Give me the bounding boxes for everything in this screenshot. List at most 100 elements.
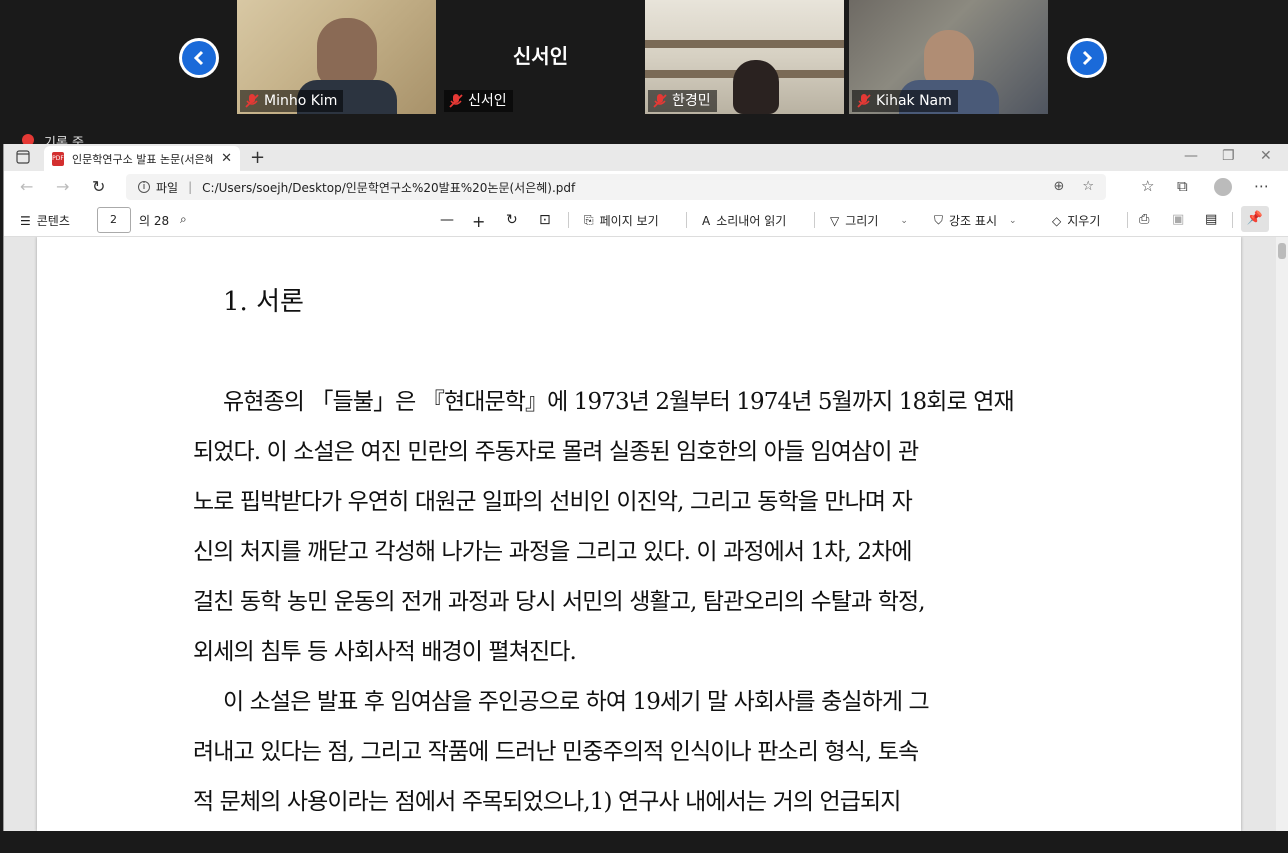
- tab-actions-icon[interactable]: [16, 150, 30, 164]
- page-total: 의 28: [139, 214, 170, 228]
- address-prefix: 파일: [156, 180, 179, 195]
- zoom-out-icon[interactable]: —: [440, 212, 454, 228]
- text-line: 노로 핍박받다가 우연히 대원군 일파의 선비인 이진악, 그리고 동학을 만나…: [193, 489, 913, 515]
- erase-button[interactable]: ◇ 지우기: [1052, 212, 1100, 229]
- text-line: 걸친 동학 농민 운동의 전개 과정과 당시 서민의 생활고, 탐관오리의 수탈…: [193, 589, 926, 615]
- prev-page-arrow[interactable]: [179, 38, 219, 78]
- participant-name-tag: 신서인: [444, 90, 513, 112]
- address-text: C:/Users/soejh/Desktop/인문학연구소%20발표%20논문(…: [202, 180, 576, 195]
- omnibox-icons: ⊕ ☆: [1053, 179, 1094, 194]
- tab-pdf[interactable]: PDF 인문학연구소 발표 논문(서은혜) ✕: [44, 146, 240, 171]
- participant-name-tag: Kihak Nam: [852, 90, 958, 112]
- pdf-file-icon: PDF: [52, 151, 64, 166]
- participant-big-name: 신서인: [512, 44, 569, 68]
- more-menu-icon[interactable]: ⋯: [1254, 177, 1269, 195]
- page-number-input[interactable]: 2: [97, 207, 131, 233]
- video-tile-3[interactable]: 한경민: [645, 0, 844, 114]
- maximize-icon[interactable]: ❐: [1222, 148, 1235, 164]
- participant-name-tag: Minho Kim: [240, 90, 344, 112]
- contents-label: 콘텐츠: [36, 214, 70, 228]
- pin-toolbar-icon[interactable]: 📌: [1241, 206, 1269, 232]
- video-strip: Minho Kim 신서인 신서인 한경민 Kihak Nam 기: [0, 0, 1288, 151]
- body-text: 유현종의 「들불」은 『현대문학』에 1973년 2월부터 1974년 5월까지…: [193, 382, 1093, 831]
- read-aloud-button[interactable]: A 소리내어 읽기: [702, 212, 786, 229]
- highlight-button[interactable]: ⛉ 강조 표시 ⌄: [934, 212, 1017, 229]
- video-tile-1[interactable]: Minho Kim: [237, 0, 436, 114]
- chevron-left-icon: [182, 41, 216, 75]
- person-silhouette: [733, 60, 779, 114]
- rotate-icon[interactable]: ↻: [506, 212, 518, 228]
- zoom-icon[interactable]: ⊕: [1053, 179, 1064, 194]
- divider: [568, 212, 569, 228]
- video-tile-2[interactable]: 신서인 신서인: [441, 0, 640, 114]
- draw-label: 그리기: [845, 214, 879, 228]
- add-favorite-icon[interactable]: ☆: [1082, 179, 1094, 194]
- text-line: 신의 처지를 깨닫고 각성해 나가는 과정을 그리고 있다. 이 과정에서 1차…: [193, 539, 913, 565]
- text-line: 유현종의 「들불」은 『현대문학』에 1973년 2월부터 1974년 5월까지…: [223, 389, 1015, 415]
- divider: [1232, 212, 1233, 228]
- favorites-icon[interactable]: ☆: [1141, 177, 1154, 195]
- scrollbar[interactable]: [1276, 237, 1288, 831]
- chevron-right-icon: [1070, 41, 1104, 75]
- minimize-icon[interactable]: —: [1184, 148, 1198, 164]
- person-silhouette: [317, 18, 377, 88]
- back-icon[interactable]: ←: [20, 177, 33, 196]
- close-icon[interactable]: ✕: [221, 151, 232, 166]
- text-line: 되었다. 이 소설은 여진 민란의 주동자로 몰려 실종된 임호한의 아들 임여…: [193, 439, 919, 465]
- mic-muted-icon: [652, 93, 668, 109]
- read-aloud-label: 소리내어 읽기: [716, 214, 787, 228]
- draw-icon: ▽: [830, 213, 840, 228]
- avatar[interactable]: [1214, 178, 1232, 196]
- collections-icon[interactable]: ⧉: [1177, 177, 1188, 195]
- text-line: 려내고 있다는 점, 그리고 작품에 드러난 민중주의적 인식이나 판소리 형식…: [193, 739, 919, 765]
- highlight-label: 강조 표시: [949, 214, 997, 228]
- mic-muted-icon: [448, 93, 464, 109]
- tab-title: 인문학연구소 발표 논문(서은혜): [72, 152, 214, 166]
- chevron-down-icon[interactable]: ⌄: [900, 216, 908, 226]
- forward-icon[interactable]: →: [56, 177, 69, 196]
- mic-muted-icon: [244, 93, 260, 109]
- new-tab-icon[interactable]: +: [250, 147, 265, 168]
- fit-page-icon[interactable]: ⊡: [539, 212, 551, 228]
- contents-button[interactable]: ☰ 콘텐츠: [20, 212, 70, 229]
- scrollbar-thumb[interactable]: [1278, 243, 1286, 259]
- erase-label: 지우기: [1067, 214, 1101, 228]
- participant-name: Kihak Nam: [876, 93, 952, 109]
- search-icon[interactable]: ⌕: [180, 212, 187, 227]
- participant-name: 신서인: [468, 93, 507, 109]
- chevron-down-icon[interactable]: ⌄: [1009, 216, 1017, 226]
- refresh-icon[interactable]: ↻: [92, 177, 105, 196]
- window-close-icon[interactable]: ✕: [1260, 148, 1272, 164]
- text-line: 이 소설은 발표 후 임여삼을 주인공으로 하여 19세기 말 사회사를 충실하…: [223, 689, 930, 715]
- url-field[interactable]: i 파일 | C:/Users/soejh/Desktop/인문학연구소%20발…: [126, 174, 1106, 200]
- text-line: 적 문체의 사용이라는 점에서 주목되었으나,1) 연구사 내에서는 거의 언급…: [193, 789, 901, 815]
- print-icon[interactable]: ⎙: [1139, 212, 1149, 227]
- section-heading: 1. 서론: [223, 287, 304, 317]
- draw-button[interactable]: ▽ 그리기 ⌄: [830, 212, 908, 229]
- eraser-icon: ◇: [1052, 213, 1062, 228]
- info-icon[interactable]: i: [138, 181, 150, 193]
- list-icon: ☰: [20, 213, 31, 228]
- page-view-button[interactable]: ⎘ 페이지 보기: [584, 212, 659, 229]
- bookshelf: [645, 40, 844, 48]
- participant-name-tag: 한경민: [648, 90, 717, 112]
- text-line: 외세의 침투 등 사회사적 배경이 펼쳐진다.: [193, 639, 577, 665]
- save-icon[interactable]: ▣: [1172, 212, 1184, 227]
- read-aloud-icon: A: [702, 213, 711, 228]
- highlight-icon: ⛉: [934, 213, 944, 227]
- browser-window: PDF 인문학연구소 발표 논문(서은혜) ✕ + — ❐ ✕ ← → ↻ i …: [3, 144, 1288, 831]
- page-view-label: 페이지 보기: [599, 214, 659, 228]
- next-page-arrow[interactable]: [1067, 38, 1107, 78]
- divider: [814, 212, 815, 228]
- video-tile-4[interactable]: Kihak Nam: [849, 0, 1048, 114]
- bottom-strip: [0, 831, 1288, 853]
- divider: [686, 212, 687, 228]
- participant-name: 한경민: [672, 93, 711, 109]
- page-view-icon: ⎘: [584, 213, 594, 227]
- save-as-icon[interactable]: ▤: [1205, 212, 1217, 227]
- pdf-toolbar: ☰ 콘텐츠 2 의 28 ⌕ — + ↻ ⊡ ⎘ 페이지 보기 A 소리내어 읽…: [4, 203, 1288, 237]
- zoom-in-icon[interactable]: +: [472, 212, 485, 231]
- pdf-viewer[interactable]: 1. 서론 유현종의 「들불」은 『현대문학』에 1973년 2월부터 1974…: [4, 237, 1288, 831]
- pdf-page: 1. 서론 유현종의 「들불」은 『현대문학』에 1973년 2월부터 1974…: [37, 237, 1241, 831]
- tab-bar: PDF 인문학연구소 발표 논문(서은혜) ✕ + — ❐ ✕: [4, 144, 1288, 171]
